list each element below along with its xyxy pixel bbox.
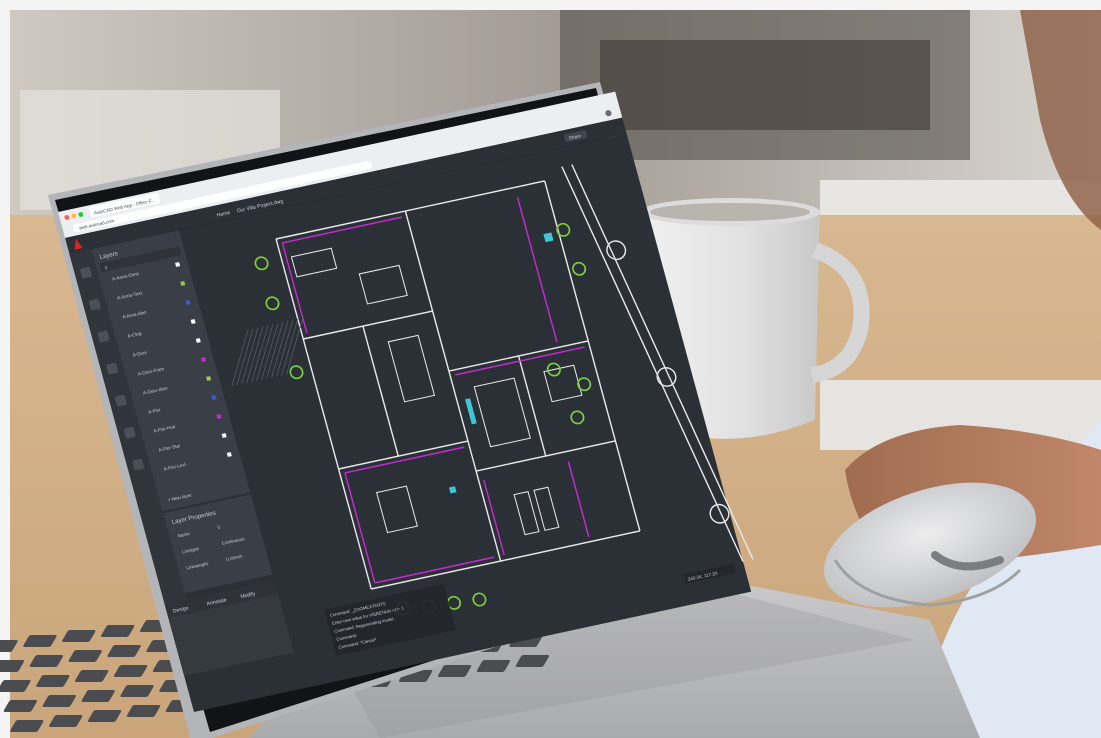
photo-scene: AutoCAD Web App - Office F... web.autoca… [0, 0, 1101, 738]
